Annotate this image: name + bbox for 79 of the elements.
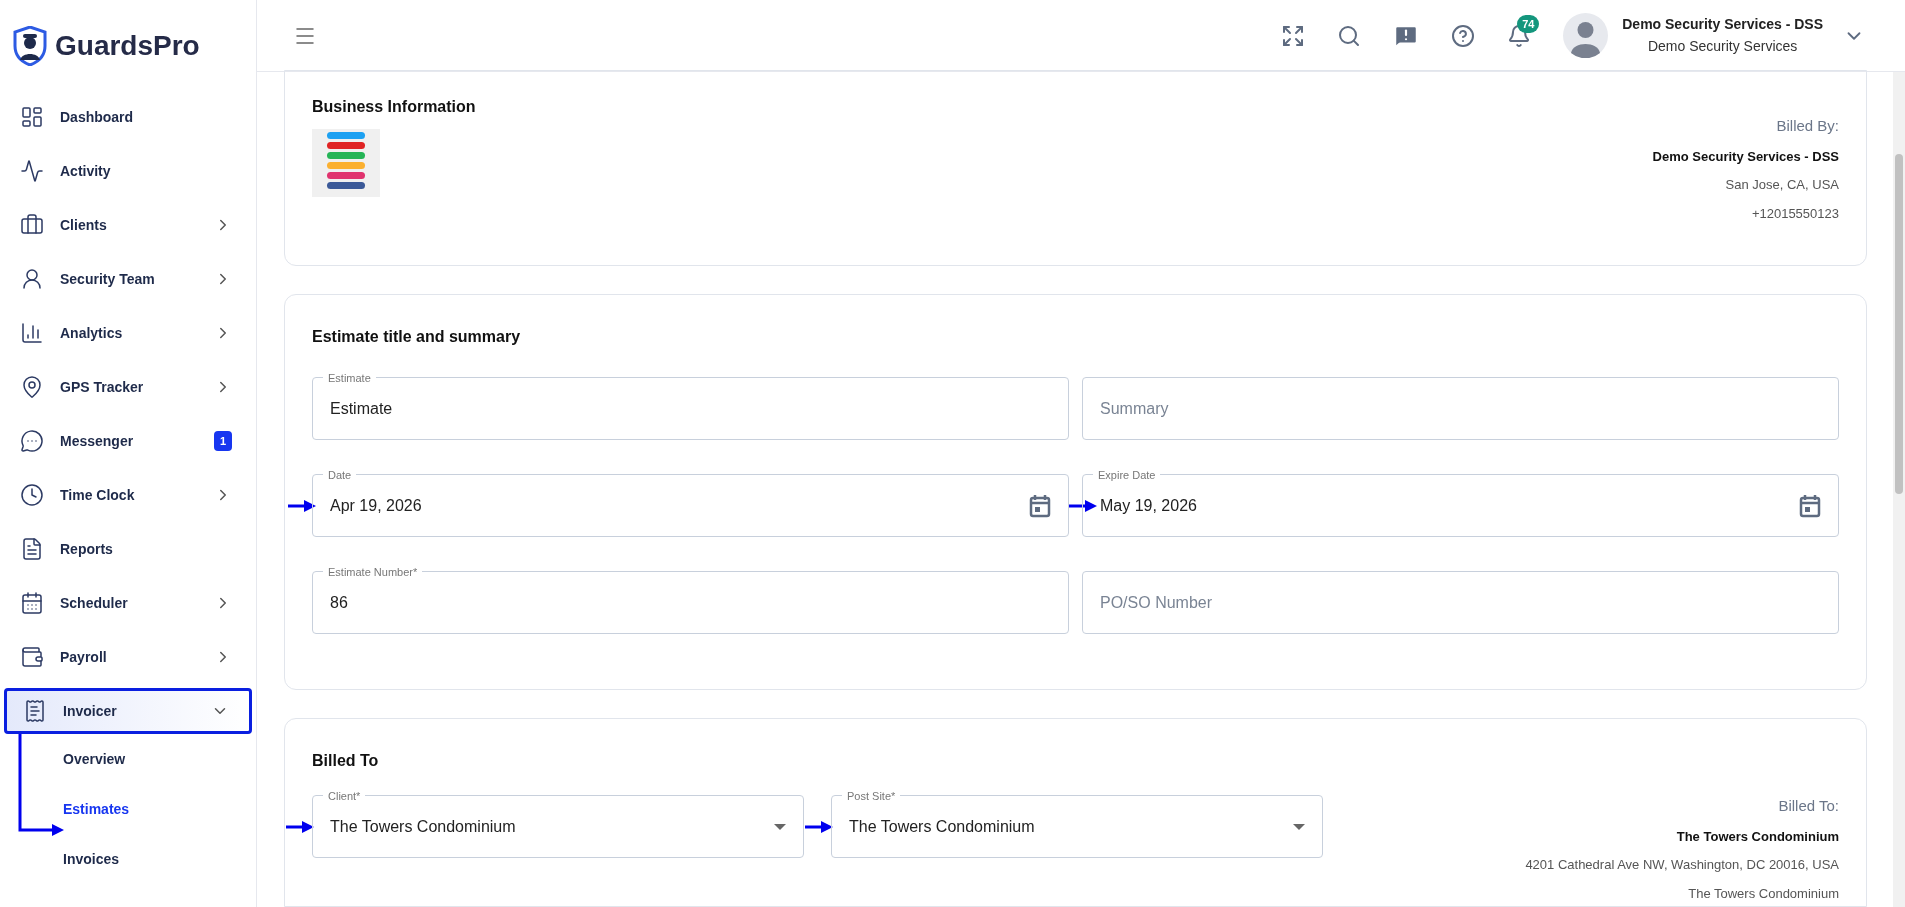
field-value: Estimate <box>330 398 394 419</box>
section-title: Billed To <box>312 751 380 771</box>
dropdown-caret-icon <box>774 823 786 830</box>
submenu-item[interactable]: Invoices <box>0 834 256 884</box>
sidebar-item[interactable]: Clients <box>4 202 252 248</box>
sidebar-item[interactable]: GPS Tracker <box>4 364 252 410</box>
dropdown-caret-icon <box>1293 823 1305 830</box>
submenu-item[interactable]: Overview <box>0 734 256 784</box>
sidebar-item[interactable]: Dashboard <box>4 94 252 140</box>
dashboard-icon <box>20 105 44 129</box>
sidebar-label: Analytics <box>60 323 124 343</box>
sidebar-item[interactable]: Messenger 1 <box>4 418 252 464</box>
address-text: San Jose, CA, USA <box>1725 176 1839 194</box>
submenu-item[interactable]: Estimates <box>0 784 256 834</box>
input-field[interactable]: Summary <box>1082 377 1839 440</box>
sidebar-item[interactable]: Payroll <box>4 634 252 680</box>
sidebar-label: Time Clock <box>60 485 136 505</box>
annotation-arrow <box>1069 500 1097 512</box>
input-field[interactable]: PO/SO Number <box>1082 571 1839 634</box>
social-banners-drawing <box>312 129 380 197</box>
sidebar-label: GPS Tracker <box>60 377 145 397</box>
sidebar-label: Scheduler <box>60 593 129 613</box>
company-name: Demo Security Services <box>1647 37 1798 55</box>
briefcase-icon <box>20 213 44 237</box>
address-text: 4201 Cathedral Ave NW, Washington, DC 20016, USA <box>1525 856 1839 874</box>
field-value: The Towers Condominium <box>849 816 1036 837</box>
map-pin-icon <box>20 375 44 399</box>
sidebar-item[interactable]: Analytics <box>4 310 252 356</box>
section-title: Business Information <box>312 97 476 117</box>
sidebar-label: Messenger <box>60 431 135 451</box>
company-name: Demo Security Services - DSS <box>1652 147 1839 166</box>
user-name: Demo Security Services - DSS <box>1622 16 1823 34</box>
sidebar-label: Invoicer <box>63 701 118 721</box>
sidebar-label: Clients <box>60 215 108 235</box>
sidebar-item[interactable]: Activity <box>4 148 252 194</box>
activity-chart-icon <box>20 159 44 183</box>
field-value: May 19, 2026 <box>1100 495 1198 516</box>
sidebar-label: Dashboard <box>60 107 135 127</box>
count-badge: 1 <box>213 430 232 452</box>
field-value: Apr 19, 2026 <box>330 495 423 516</box>
annotation-arrow <box>288 500 316 512</box>
sidebar-item[interactable]: Invoicer <box>4 688 252 734</box>
receipt-icon <box>23 699 47 723</box>
billed-to-label: Billed To: <box>1778 796 1839 816</box>
sidebar-item[interactable]: Time Clock <box>4 472 252 518</box>
field-placeholder: Summary <box>1100 398 1170 419</box>
phone-text: +12015550123 <box>1751 204 1839 223</box>
sidebar-item[interactable]: Scheduler <box>4 580 252 626</box>
notification-badge: 74 <box>1517 14 1540 33</box>
bar-chart-icon <box>20 321 44 345</box>
field-value: The Towers Condominium <box>330 816 517 837</box>
logo-text: GuardsPro <box>55 29 200 63</box>
chat-bubble-icon <box>20 429 44 453</box>
sidebar-item[interactable]: Reports <box>4 526 252 572</box>
sidebar-item[interactable]: Security Team <box>4 256 252 302</box>
fullscreen-icon[interactable] <box>1281 23 1306 48</box>
field-value: 86 <box>330 592 349 613</box>
wallet-icon <box>20 645 44 669</box>
sidebar-label: Reports <box>60 539 114 559</box>
sidebar-label: Activity <box>60 161 112 181</box>
avatar-silhouette <box>1563 13 1609 58</box>
annotation-arrow <box>286 821 314 833</box>
field-placeholder: PO/SO Number <box>1100 592 1214 613</box>
clock-icon <box>20 483 44 507</box>
sidebar-label: Payroll <box>60 647 108 667</box>
calendar-icon <box>1029 493 1051 518</box>
search-icon[interactable] <box>1337 23 1362 48</box>
calendar-icon <box>20 591 44 615</box>
sidebar-label: Security Team <box>60 269 156 289</box>
document-icon <box>20 537 44 561</box>
shield-guard-logo-icon <box>13 26 47 66</box>
annotation-arrow <box>805 821 833 833</box>
section-title: Estimate title and summary <box>312 327 522 347</box>
client-name: The Towers Condominium <box>1676 827 1839 846</box>
calendar-icon <box>1799 493 1821 518</box>
site-name: The Towers Condominium <box>1688 884 1839 903</box>
scrollbar-thumb[interactable] <box>1895 154 1903 494</box>
billed-by-label: Billed By: <box>1776 116 1839 136</box>
help-icon[interactable] <box>1451 23 1476 48</box>
